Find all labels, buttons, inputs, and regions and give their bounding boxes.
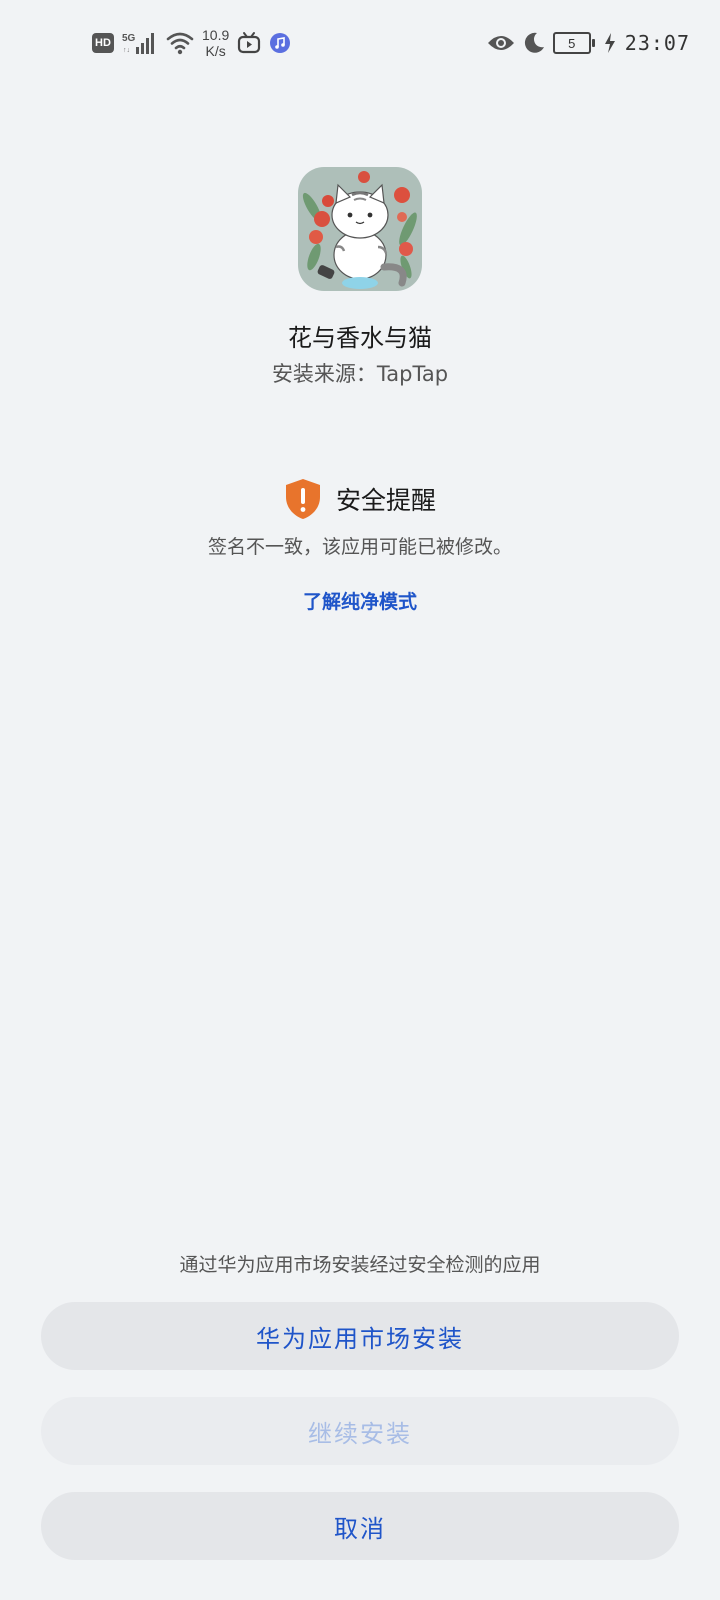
net-speed: 10.9 K/s bbox=[202, 27, 229, 59]
security-title: 安全提醒 bbox=[335, 486, 436, 515]
wifi-icon bbox=[166, 32, 194, 55]
status-bar-left: HD 5G ↑↓ 10.9 K/s bbox=[92, 26, 291, 60]
security-message: 签名不一致，该应用可能已被修改。 bbox=[207, 536, 512, 558]
continue-install-button[interactable]: 继续安装 bbox=[41, 1397, 679, 1465]
security-header: 安全提醒 bbox=[0, 478, 720, 520]
cat-app-icon bbox=[298, 167, 422, 291]
learn-pure-mode-link[interactable]: 了解纯净模式 bbox=[0, 587, 720, 614]
clock: 23:07 bbox=[624, 31, 690, 55]
net-speed-unit: K/s bbox=[205, 43, 226, 59]
charging-bolt-icon bbox=[604, 33, 615, 53]
signal-5g-icon: 5G ↑↓ bbox=[122, 33, 154, 54]
battery-icon: 5 bbox=[552, 32, 595, 54]
status-bar: HD 5G ↑↓ 10.9 K/s 5 23:07 bbox=[0, 0, 720, 88]
svg-text:↑↓: ↑↓ bbox=[123, 47, 130, 54]
app-name: 花与香水与猫 bbox=[288, 324, 432, 352]
moon-icon bbox=[524, 32, 544, 53]
install-source: 安装来源：TapTap bbox=[271, 362, 449, 386]
music-app-icon bbox=[270, 33, 291, 53]
net-speed-value: 10.9 bbox=[202, 27, 230, 43]
eye-icon bbox=[487, 36, 514, 50]
svg-text:5G: 5G bbox=[122, 33, 136, 44]
market-install-button[interactable]: 华为应用市场安装 bbox=[41, 1302, 679, 1370]
market-install-hint: 通过华为应用市场安装经过安全检测的应用 bbox=[179, 1254, 541, 1276]
tv-app-icon bbox=[238, 32, 261, 54]
status-bar-right: 5 23:07 bbox=[487, 28, 690, 58]
cancel-button[interactable]: 取消 bbox=[41, 1492, 679, 1560]
hd-badge-icon: HD bbox=[92, 33, 114, 53]
shield-warning-icon bbox=[285, 479, 320, 519]
